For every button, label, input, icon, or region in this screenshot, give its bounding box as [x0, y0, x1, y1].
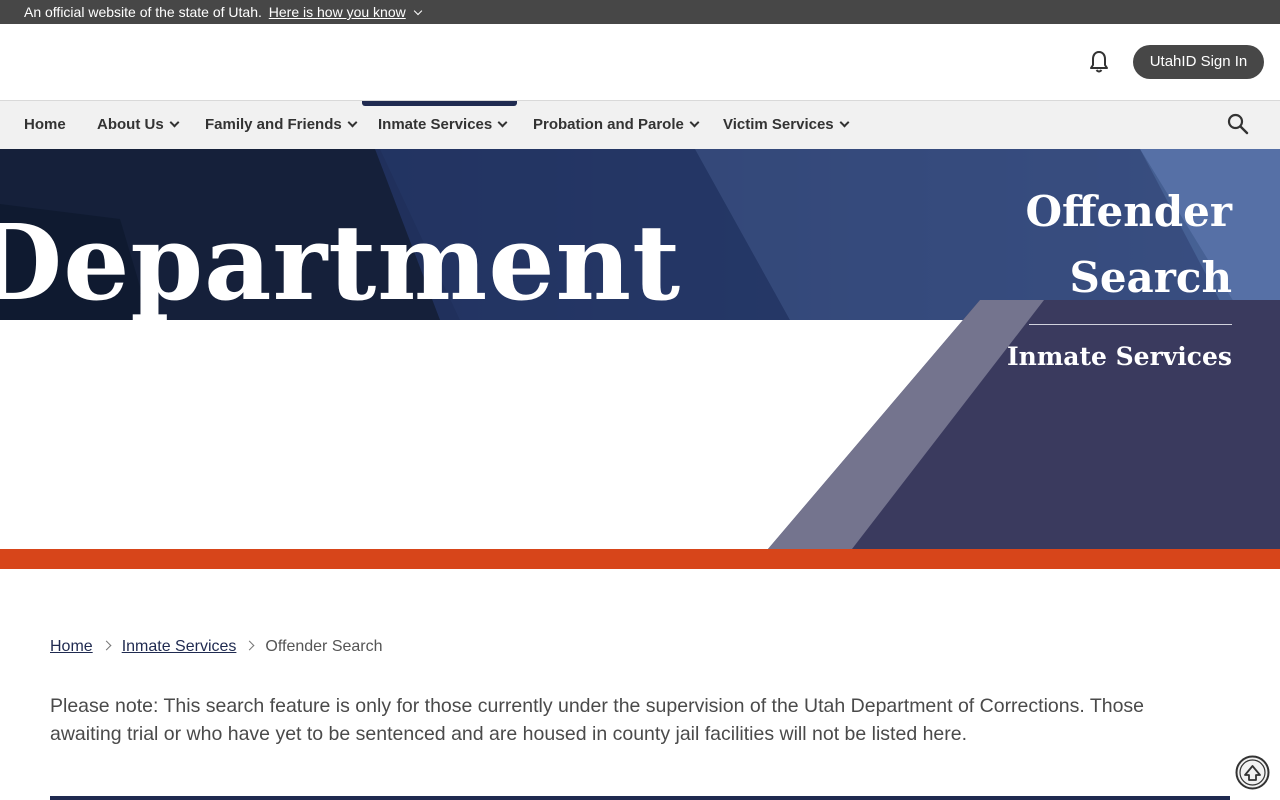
- hero-divider: [1029, 324, 1232, 325]
- nav-home-label: Home: [24, 116, 66, 133]
- chevron-down-icon: [689, 117, 700, 128]
- nav-probation-and-parole[interactable]: Probation and Parole: [533, 101, 700, 149]
- main-navigation: Home About Us Family and Friends Inmate …: [0, 101, 1280, 149]
- chevron-down-icon: [169, 117, 180, 128]
- bell-icon[interactable]: [1088, 50, 1110, 74]
- supervision-notice: Please note: This search feature is only…: [50, 695, 1145, 745]
- accent-band: [0, 549, 1280, 569]
- chevron-down-icon: [347, 117, 358, 128]
- how-you-know-link[interactable]: Here is how you know: [269, 4, 406, 20]
- page-title-line-2: Search: [1069, 253, 1232, 302]
- chevron-right-icon: [101, 640, 112, 651]
- page-title: Offender Search: [932, 179, 1232, 311]
- chevron-right-icon: [244, 640, 255, 651]
- chevron-down-icon[interactable]: [413, 6, 422, 16]
- page-subtitle: Inmate Services: [1006, 342, 1232, 371]
- nav-victim-services[interactable]: Victim Services: [723, 101, 850, 149]
- breadcrumb-current: Offender Search: [265, 638, 383, 655]
- nav-inmate-services[interactable]: Inmate Services: [378, 101, 508, 149]
- page-title-line-1: Offender: [1025, 187, 1232, 236]
- nav-probation-label: Probation and Parole: [533, 116, 684, 133]
- nav-family-label: Family and Friends: [205, 116, 342, 133]
- chevron-down-icon: [497, 117, 508, 128]
- search-icon[interactable]: [1226, 112, 1250, 136]
- official-website-banner: An official website of the state of Utah…: [0, 0, 1280, 24]
- utahid-signin-button[interactable]: UtahID Sign In: [1133, 45, 1264, 79]
- nav-family-and-friends[interactable]: Family and Friends: [205, 101, 358, 149]
- nav-about-us-label: About Us: [97, 116, 164, 133]
- back-to-top-icon[interactable]: [1235, 755, 1270, 790]
- breadcrumb-home[interactable]: Home: [50, 638, 93, 655]
- hero-title-panel: [768, 300, 1280, 549]
- hero-image-text: Department: [0, 201, 682, 320]
- breadcrumb: Home Inmate Services Offender Search: [50, 634, 383, 660]
- site-header: UtahID Sign In: [0, 24, 1280, 101]
- nav-victim-services-label: Victim Services: [723, 116, 834, 133]
- nav-active-indicator: [362, 101, 517, 106]
- nav-inmate-services-label: Inmate Services: [378, 116, 493, 133]
- breadcrumb-inmate-services[interactable]: Inmate Services: [122, 638, 237, 655]
- chevron-down-icon: [839, 117, 850, 128]
- section-divider: [50, 796, 1230, 800]
- nav-about-us[interactable]: About Us: [97, 101, 180, 149]
- nav-home[interactable]: Home: [24, 101, 66, 149]
- official-banner-text: An official website of the state of Utah…: [24, 4, 262, 20]
